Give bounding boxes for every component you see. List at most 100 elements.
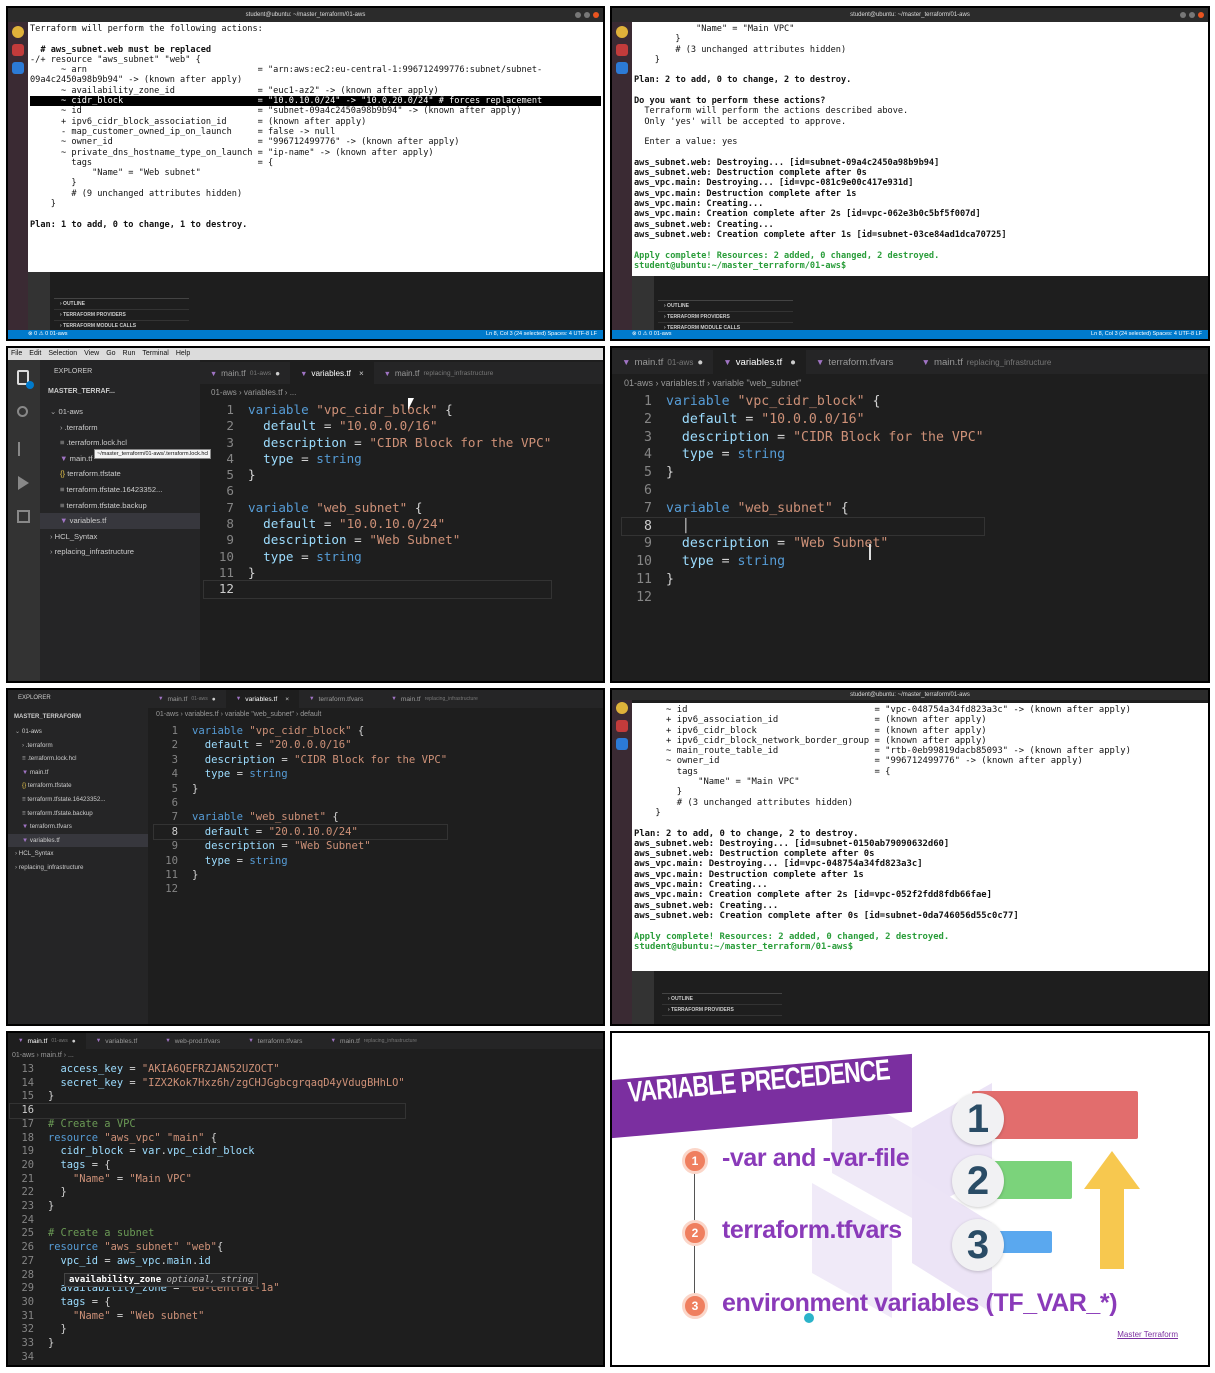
tree-item[interactable]: ≡ terraform.tfstate.backup (40, 498, 200, 514)
terminal-output[interactable]: ~ id = "vpc-048754a34fd823a3c" -> (known… (632, 703, 1208, 971)
tree-item[interactable]: ▼ variables.tf (40, 513, 200, 529)
line-number: 6 (226, 483, 234, 499)
maximize-button[interactable] (1189, 12, 1195, 18)
terminal-icon[interactable] (616, 44, 628, 56)
menu-item[interactable]: Help (176, 350, 190, 357)
editor-tab[interactable]: ▼ main.tf replacing_infrastructure (374, 362, 508, 384)
search-icon[interactable] (17, 406, 28, 417)
code-line: 9 description = "Web Subnet" (622, 535, 984, 553)
unsaved-dot-icon[interactable]: ● (790, 357, 796, 368)
minimize-button[interactable] (1180, 12, 1186, 18)
tree-item[interactable]: ≡ .terraform.lock.hcl (8, 752, 148, 766)
workspace-root[interactable]: MASTER_TERRAFORM (14, 712, 81, 723)
code-editor[interactable]: 1 variable "vpc_cidr_block" {2 default = … (621, 393, 985, 607)
chrome-icon[interactable] (616, 26, 628, 38)
panel-terminal-replace: student@ubuntu: ~/master_terraform/01-aw… (6, 6, 605, 341)
editor-tab[interactable]: ▼ variables.tf (86, 1033, 155, 1049)
line-number: 24 (21, 1213, 34, 1226)
extensions-icon[interactable] (17, 510, 30, 523)
unsaved-dot-icon[interactable]: ● (697, 357, 703, 368)
tree-item[interactable]: ≡ terraform.tfstate.backup (8, 807, 148, 821)
code-editor[interactable]: 1 variable "vpc_cidr_block" {2 default = … (152, 724, 449, 897)
unsaved-dot-icon[interactable]: ● (72, 1038, 76, 1045)
editor-tab[interactable]: ▼ main.tf 01-aws ● (612, 350, 713, 374)
maximize-button[interactable] (584, 12, 590, 18)
editor-tab[interactable]: ▼ main.tf replacing_infrastructure (381, 690, 492, 708)
outline-section[interactable]: › TERRAFORM PROVIDERS (662, 1005, 782, 1016)
editor-tab[interactable]: ▼ main.tf 01-aws ● (148, 690, 226, 708)
editor-tab[interactable]: ▼ main.tf replacing_infrastructure (911, 350, 1065, 374)
code-editor[interactable]: 1 variable "vpc_cidr_block" {2 default = … (202, 402, 553, 599)
tree-item[interactable]: ▼ variables.tf (8, 833, 148, 848)
outline-section[interactable]: › OUTLINE (54, 299, 189, 310)
status-bar: ⊗ 0 ⚠ 0 01-aws Ln 8, Col 3 (24 selected) … (612, 330, 1208, 339)
tree-item-label: HCL_Syntax (18, 850, 54, 858)
menu-item[interactable]: Run (123, 350, 136, 357)
code-line: 5} (154, 782, 447, 796)
editor-tab[interactable]: ▼ main.tf 01-aws ● (8, 1033, 86, 1049)
terminal-icon[interactable] (12, 44, 24, 56)
tree-item[interactable]: ⌄ 01-aws (40, 404, 200, 420)
tree-item[interactable]: ▼ terraform.tfvars (8, 820, 148, 834)
unsaved-dot-icon[interactable]: ● (275, 369, 280, 378)
vscode-icon[interactable] (12, 62, 24, 74)
terminal-output[interactable]: Terraform will perform the following act… (28, 22, 603, 272)
tree-item[interactable]: › .terraform (8, 739, 148, 753)
code-line: 5} (622, 464, 984, 482)
tree-item[interactable]: › HCL_Syntax (40, 529, 200, 545)
editor-tab[interactable]: ▼ main.tf 01-aws ● (200, 362, 290, 384)
editor-tab[interactable]: ▼ variables.tf ● (713, 350, 806, 374)
tree-item-label: .terraform (64, 422, 98, 432)
workspace-root[interactable]: MASTER_TERRAF... (48, 386, 115, 397)
chrome-icon[interactable] (12, 26, 24, 38)
source-control-icon[interactable] (18, 442, 28, 456)
editor-tab[interactable]: ▼ variables.tf × (225, 690, 300, 708)
outline-section[interactable]: › OUTLINE (658, 301, 793, 312)
outline-section[interactable]: › OUTLINE (662, 994, 782, 1005)
tab-label: main.tf (933, 356, 963, 368)
tree-item[interactable]: › .terraform (40, 420, 200, 436)
editor-tab[interactable]: ▼ variables.tf × (290, 362, 374, 384)
terminal-icon[interactable] (616, 720, 628, 732)
outline-section[interactable]: › TERRAFORM PROVIDERS (54, 310, 189, 321)
menu-item[interactable]: Edit (29, 350, 41, 357)
minimize-button[interactable] (575, 12, 581, 18)
tree-item[interactable]: ≡ terraform.tfstate.16423352... (8, 793, 148, 807)
editor-tab[interactable]: ▼ terraform.tfvars (299, 690, 381, 708)
editor-tab[interactable]: ▼ terraform.tfvars (806, 350, 912, 374)
tree-item[interactable]: ≡ terraform.tfstate.16423352... (40, 482, 200, 498)
tree-item[interactable]: › replacing_infrastructure (8, 861, 148, 875)
tree-item[interactable]: ▼ main.tf (8, 766, 148, 780)
tree-item[interactable]: › replacing_infrastructure (40, 544, 200, 560)
editor-tab[interactable]: ▼ web-prod.tfvars (155, 1033, 238, 1049)
code-line: 1 variable "vpc_cidr_block" { (154, 724, 447, 738)
tree-item[interactable]: › HCL_Syntax (8, 847, 148, 861)
vscode-icon[interactable] (616, 62, 628, 74)
line-number: 3 (644, 429, 652, 445)
menu-item[interactable]: Selection (48, 350, 77, 357)
close-button[interactable] (593, 12, 599, 18)
code-line: 31 "Name" = "Web subnet" (10, 1310, 405, 1324)
run-debug-icon[interactable] (18, 476, 29, 490)
chrome-icon[interactable] (616, 702, 628, 714)
menu-item[interactable]: Go (106, 350, 115, 357)
tree-item[interactable]: {} terraform.tfstate (8, 779, 148, 793)
tab-label: main.tf (634, 356, 664, 368)
tree-item[interactable]: ⌄ 01-aws (8, 725, 148, 739)
tab-label: variables.tf (735, 356, 783, 368)
tree-item[interactable]: {} terraform.tfstate (40, 466, 200, 482)
outline-section[interactable]: › TERRAFORM PROVIDERS (658, 312, 793, 323)
close-tab-icon[interactable]: × (285, 696, 289, 703)
editor-tab[interactable]: ▼ main.tf replacing_infrastructure (320, 1033, 431, 1049)
close-tab-icon[interactable]: × (359, 369, 364, 378)
tab-description: 01-aws (249, 369, 272, 377)
unsaved-dot-icon[interactable]: ● (212, 696, 216, 703)
menu-item[interactable]: File (11, 350, 22, 357)
code-editor[interactable]: 13 access_key = "AKIA6QEFRZJAN52UZOCT" 14… (9, 1063, 406, 1364)
terminal-output[interactable]: "Name" = "Main VPC" } # (3 unchanged att… (632, 22, 1208, 276)
vscode-icon[interactable] (616, 738, 628, 750)
editor-tab[interactable]: ▼ terraform.tfvars (238, 1033, 320, 1049)
close-button[interactable] (1198, 12, 1204, 18)
menu-item[interactable]: View (84, 350, 99, 357)
menu-item[interactable]: Terminal (142, 350, 168, 357)
